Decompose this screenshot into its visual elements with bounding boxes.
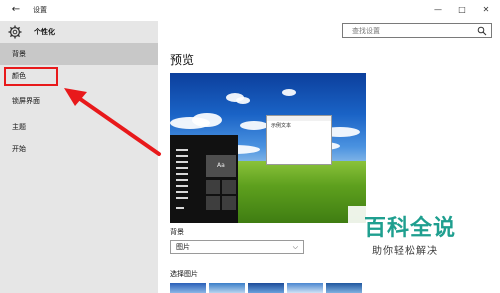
- choose-picture-label: 选择图片: [170, 270, 198, 278]
- background-dropdown-value: 图片: [176, 243, 190, 251]
- sample-window: 示例文本: [266, 115, 332, 165]
- start-tile: [222, 180, 236, 194]
- cloud-shape: [236, 97, 250, 104]
- sample-window-titlebar: [267, 116, 331, 121]
- watermark-main-text: 百科全说: [364, 216, 457, 241]
- watermark-sub-text: 助你轻松解决: [372, 246, 438, 257]
- picture-thumbnail[interactable]: [287, 283, 323, 293]
- watermark-logo: 百科全说 助你轻松解决: [348, 206, 472, 272]
- tile-label: Aa: [217, 162, 225, 169]
- picture-thumbnail[interactable]: [248, 283, 284, 293]
- search-input[interactable]: 查找设置: [342, 23, 492, 38]
- sidebar-item-label: 开始: [12, 145, 26, 153]
- minimize-button[interactable]: —: [428, 3, 448, 17]
- start-menu-line: [176, 149, 188, 151]
- restore-button[interactable]: □: [452, 3, 472, 17]
- start-tile: Aa: [206, 155, 236, 177]
- search-icon: [477, 26, 487, 36]
- title-bar: ← 设置 — □ ✕: [0, 0, 500, 21]
- start-menu-line: [176, 191, 188, 193]
- background-label: 背景: [170, 228, 184, 236]
- window-title: 设置: [33, 6, 47, 14]
- preview-image: Aa 示例文本: [170, 73, 366, 223]
- sidebar-item-background[interactable]: 背景: [0, 43, 158, 65]
- start-menu-line: [176, 185, 188, 187]
- annotation-highlight-box: [4, 67, 58, 86]
- start-tile: [222, 196, 236, 210]
- page-title: 预览: [170, 53, 195, 67]
- start-menu-line: [176, 173, 188, 175]
- chevron-down-icon: ⌵: [292, 243, 298, 251]
- picture-thumbnail[interactable]: [326, 283, 362, 293]
- sidebar-home[interactable]: 个性化: [0, 21, 158, 43]
- sidebar-home-label: 个性化: [34, 28, 55, 36]
- sidebar-item-label: 主题: [12, 123, 26, 131]
- start-tile: [206, 196, 220, 210]
- gear-icon: [8, 25, 22, 39]
- cloud-shape: [192, 113, 222, 127]
- picture-thumbnail[interactable]: [170, 283, 206, 293]
- sample-window-text: 示例文本: [271, 123, 292, 129]
- start-menu-line: [176, 155, 188, 157]
- cloud-shape: [240, 121, 268, 130]
- picture-thumbnail[interactable]: [209, 283, 245, 293]
- cloud-shape: [282, 89, 296, 96]
- start-tile: [206, 180, 220, 194]
- search-placeholder: 查找设置: [352, 27, 380, 35]
- background-dropdown[interactable]: 图片 ⌵: [170, 240, 304, 254]
- back-arrow-icon[interactable]: ←: [9, 4, 23, 16]
- start-menu-line: [176, 167, 188, 169]
- start-menu-line: [176, 161, 188, 163]
- close-button[interactable]: ✕: [476, 3, 496, 17]
- sidebar-item-label: 背景: [12, 50, 26, 58]
- start-menu-line: [176, 207, 184, 209]
- start-menu-preview: Aa: [170, 135, 238, 223]
- sidebar-item-label: 锁屏界面: [12, 97, 40, 105]
- start-menu-line: [176, 197, 188, 199]
- start-menu-line: [176, 179, 188, 181]
- annotation-arrow-icon: [64, 88, 161, 156]
